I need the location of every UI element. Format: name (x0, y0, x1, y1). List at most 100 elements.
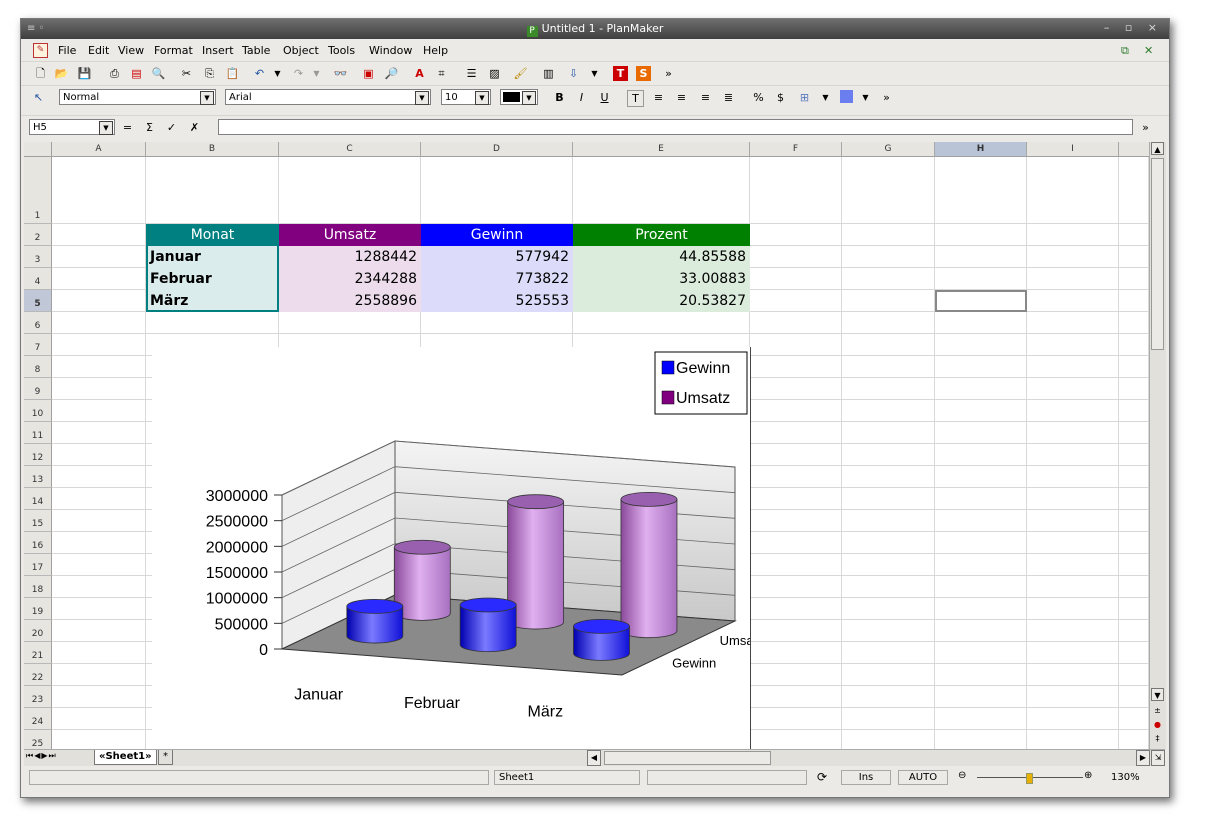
accept-icon[interactable]: ✓ (164, 120, 179, 135)
column-header-h[interactable]: H (935, 142, 1027, 157)
cut-icon[interactable]: ✂ (179, 66, 194, 81)
chevron-down-icon[interactable]: ▼ (99, 121, 113, 135)
font-color-select[interactable]: ▼ (500, 89, 538, 105)
menu-object[interactable]: Object (283, 44, 319, 57)
header-gewinn[interactable]: Gewinn (421, 224, 573, 246)
status-insert-mode[interactable]: Ins (841, 770, 891, 785)
row-header-11[interactable]: 11 (24, 422, 52, 444)
column-chart-icon[interactable]: ▥ (541, 66, 556, 81)
align-right-icon[interactable]: ≡ (674, 90, 689, 105)
zoom-slider-thumb[interactable] (1026, 773, 1033, 784)
scroll-right-icon[interactable]: ▶ (1136, 750, 1150, 766)
zoom-in-icon[interactable]: ⊕ (1084, 770, 1092, 781)
find-binoculars-icon[interactable]: 👓 (333, 66, 348, 81)
column-header-c[interactable]: C (279, 142, 421, 157)
chevron-down-icon[interactable]: ▼ (475, 91, 489, 105)
pdf-export-icon[interactable]: ▤ (129, 66, 144, 81)
sheet-tab-active[interactable]: «Sheet1» (94, 750, 157, 765)
column-header-b[interactable]: B (146, 142, 279, 157)
vertical-scroll-thumb[interactable] (1151, 158, 1164, 350)
header-umsatz[interactable]: Umsatz (279, 224, 421, 246)
row-header-21[interactable]: 21 (24, 642, 52, 664)
column-header-e[interactable]: E (573, 142, 750, 157)
column-header-f[interactable]: F (750, 142, 842, 157)
undo-icon[interactable]: ↶ (252, 66, 267, 81)
row-header-10[interactable]: 10 (24, 400, 52, 422)
value-cell[interactable]: 20.53827 (573, 290, 750, 312)
value-cell[interactable]: 1288442 (279, 246, 421, 268)
font-size-select[interactable]: 10 ▼ (441, 89, 491, 105)
row-header-2[interactable]: 2 (24, 224, 52, 246)
cell-reference-box[interactable]: H5 ▼ (29, 119, 115, 135)
borders-icon[interactable]: ⊞ (797, 90, 812, 105)
bold-icon[interactable]: B (552, 90, 567, 105)
redo-dropdown-icon[interactable]: ▼ (309, 66, 324, 81)
frame-icon[interactable]: ⌗ (434, 66, 449, 81)
zoom-out-icon[interactable]: ⊖ (958, 770, 966, 781)
paste-icon[interactable]: 📋 (225, 66, 240, 81)
row-header-24[interactable]: 24 (24, 708, 52, 730)
row-header-20[interactable]: 20 (24, 620, 52, 642)
chevron-down-icon[interactable]: ▼ (200, 91, 214, 105)
format-brush-icon[interactable]: 🖌 (513, 66, 528, 81)
new-document-icon[interactable]: 🗋 (33, 66, 48, 81)
active-cell[interactable] (935, 290, 1027, 312)
page-down-icon[interactable]: ‡ (1151, 732, 1164, 745)
value-cell[interactable]: 2558896 (279, 290, 421, 312)
undo-dropdown-icon[interactable]: ▼ (270, 66, 285, 81)
vertical-scrollbar[interactable]: ▲ ▼ ± ● ‡ (1149, 142, 1166, 749)
browse-object-icon[interactable]: ● (1151, 718, 1164, 731)
value-cell[interactable]: 33.00883 (573, 268, 750, 290)
scroll-up-icon[interactable]: ▲ (1151, 142, 1164, 155)
menu-edit[interactable]: Edit (88, 44, 109, 57)
insert-row-icon[interactable]: ☰ (464, 66, 479, 81)
sort-icon[interactable]: ⇩ (566, 66, 581, 81)
chevron-down-icon[interactable]: ▼ (415, 91, 429, 105)
format-toolbar-more-icon[interactable]: » (879, 90, 894, 105)
column-header-g[interactable]: G (842, 142, 935, 157)
row-header-22[interactable]: 22 (24, 664, 52, 686)
fill-color-icon[interactable] (840, 90, 853, 103)
presentations-icon[interactable]: S (636, 66, 651, 81)
row-header-9[interactable]: 9 (24, 378, 52, 400)
borders-dropdown-icon[interactable]: ▼ (818, 90, 833, 105)
split-icon[interactable]: ⇲ (1151, 750, 1165, 766)
align-justify-icon[interactable]: ≣ (721, 90, 736, 105)
row-header-1[interactable]: 1 (24, 157, 52, 224)
row-header-19[interactable]: 19 (24, 598, 52, 620)
row-header-25[interactable]: 25 (24, 730, 52, 749)
close-doc-icon[interactable]: ✕ (1144, 44, 1153, 57)
header-prozent[interactable]: Prozent (573, 224, 750, 246)
open-folder-icon[interactable]: 📂 (54, 66, 69, 81)
row-header-17[interactable]: 17 (24, 554, 52, 576)
window-controls[interactable]: – ▫ × (1104, 21, 1163, 34)
print-preview-icon[interactable]: 🔍 (151, 66, 166, 81)
chart-object[interactable]: 0 500000 1000000 1500000 2000000 2500000 30000… (152, 347, 764, 749)
row-header-6[interactable]: 6 (24, 312, 52, 334)
row-header-3[interactable]: 3 (24, 246, 52, 268)
align-left-icon[interactable]: ≡ (651, 90, 666, 105)
align-center-icon[interactable]: ≡ (698, 90, 713, 105)
currency-format-icon[interactable]: $ (773, 90, 788, 105)
fill-pattern-icon[interactable]: ▨ (487, 66, 502, 81)
menu-window[interactable]: Window (369, 44, 412, 57)
document-icon[interactable]: ✎ (33, 43, 48, 58)
value-cell[interactable]: 577942 (421, 246, 573, 268)
menu-insert[interactable]: Insert (202, 44, 234, 57)
title-bar[interactable]: ≡ ◦ P Untitled 1 - PlanMaker – ▫ × (21, 19, 1169, 39)
save-icon[interactable]: 💾 (77, 66, 92, 81)
value-cell[interactable]: 773822 (421, 268, 573, 290)
column-header-extra[interactable] (1119, 142, 1149, 157)
menu-file[interactable]: File (58, 44, 76, 57)
toolbar-more-icon[interactable]: » (661, 66, 676, 81)
value-cell[interactable]: 44.85588 (573, 246, 750, 268)
font-select[interactable]: Arial ▼ (225, 89, 431, 105)
status-calc-mode[interactable]: AUTO (898, 770, 948, 785)
italic-icon[interactable]: I (574, 90, 589, 105)
value-cell[interactable]: 525553 (421, 290, 573, 312)
textmaker-icon[interactable]: T (613, 66, 628, 81)
row-header-7[interactable]: 7 (24, 334, 52, 356)
row-header-16[interactable]: 16 (24, 532, 52, 554)
column-header-a[interactable]: A (52, 142, 146, 157)
row-header-13[interactable]: 13 (24, 466, 52, 488)
